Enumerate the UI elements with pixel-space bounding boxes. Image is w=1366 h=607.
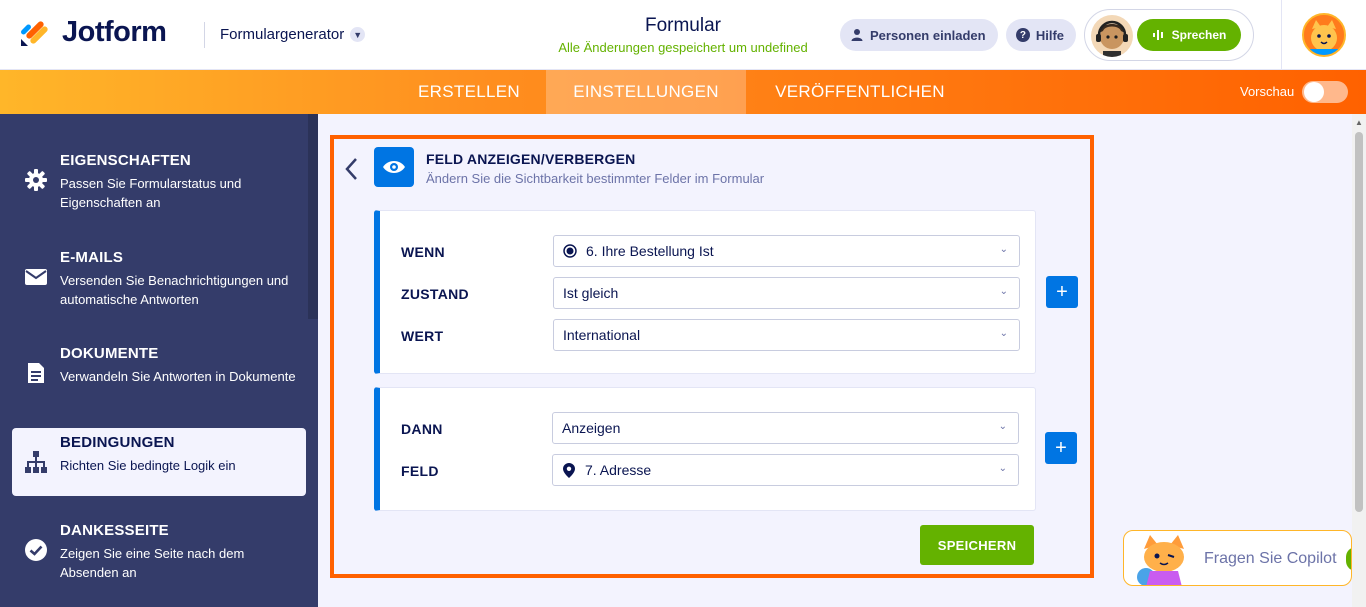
save-status: Alle Änderungen gespeichert um undefined <box>558 40 808 55</box>
sidebar-item-title: E-MAILS <box>60 249 124 266</box>
gear-icon <box>25 169 47 191</box>
state-label: ZUSTAND <box>401 286 469 302</box>
sidebar-scrollbar[interactable] <box>308 114 318 319</box>
sidebar-item-desc: Richten Sie bedingte Logik ein <box>60 458 236 473</box>
sidebar-item-title: DANKESSEITE <box>60 522 169 539</box>
sidebar-item-desc: Verwandeln Sie Antworten in Dokumente <box>60 369 296 384</box>
value-label: WERT <box>401 328 444 344</box>
copilot-bubble[interactable]: Fragen Sie Copilot <box>1123 530 1352 586</box>
then-select[interactable]: Anzeigen ⌄ <box>552 412 1019 444</box>
then-label: DANN <box>401 421 443 437</box>
product-label: Formulargenerator <box>220 26 345 43</box>
user-avatar[interactable] <box>1302 13 1346 57</box>
field-select[interactable]: 7. Adresse ⌄ <box>552 454 1019 486</box>
chevron-down-icon: ⌄ <box>998 421 1007 432</box>
question-icon: ? <box>1016 28 1030 42</box>
value-value: International <box>563 327 641 343</box>
if-field-select[interactable]: 6. Ihre Bestellung Ist ⌄ <box>553 235 1020 267</box>
brand-name: Jotform <box>62 15 167 48</box>
condition-card: WENN 6. Ihre Bestellung Ist ⌄ ZUSTAND Is… <box>374 210 1036 374</box>
add-condition-button[interactable]: + <box>1046 276 1078 308</box>
preview-toggle[interactable] <box>1302 81 1348 103</box>
condition-panel: FELD ANZEIGEN/VERBERGEN Ändern Sie die S… <box>330 135 1094 578</box>
form-title-block: Formular Alle Änderungen gespeichert um … <box>540 15 826 55</box>
panel-subtitle: Ändern Sie die Sichtbarkeit bestimmter F… <box>426 171 765 186</box>
invite-people-button[interactable]: Personen einladen <box>840 19 998 51</box>
if-label: WENN <box>401 244 445 260</box>
preview-label: Vorschau <box>1240 84 1295 99</box>
jotform-logo-icon <box>21 21 48 46</box>
sidebar-item-desc: Versenden Sie Benachrichtigungen und aut… <box>60 273 289 307</box>
speak-button[interactable]: Sprechen <box>1137 19 1241 51</box>
plus-icon: + <box>1055 436 1067 459</box>
check-circle-icon <box>25 539 47 561</box>
help-label: Hilfe <box>1035 27 1064 43</box>
tab-einstellungen[interactable]: EINSTELLUNGEN <box>546 70 746 114</box>
top-header: Jotform Formulargenerator ▼ Formular All… <box>0 0 1366 70</box>
radio-icon <box>563 244 577 258</box>
scrollbar-thumb[interactable] <box>1355 132 1363 512</box>
sidebar-item-title: BEDINGUNGEN <box>60 434 175 451</box>
then-value: Anzeigen <box>562 420 621 436</box>
invite-label: Personen einladen <box>870 27 986 43</box>
back-arrow-icon[interactable] <box>344 157 358 188</box>
speak-label: Sprechen <box>1171 28 1227 42</box>
product-switcher[interactable]: Formulargenerator ▼ <box>220 26 366 43</box>
sitemap-icon <box>25 451 47 473</box>
document-icon <box>28 363 44 383</box>
state-select[interactable]: Ist gleich ⌄ <box>553 277 1020 309</box>
sidebar-item-dokumente[interactable]: DOKUMENTE Verwandeln Sie Antworten in Do… <box>12 339 306 407</box>
sidebar-item-dankesseite[interactable]: DANKESSEITE Zeigen Sie eine Seite nach d… <box>12 516 306 584</box>
scroll-up-icon[interactable]: ▲ <box>1355 118 1363 127</box>
field-value: 7. Adresse <box>585 462 652 478</box>
envelope-icon <box>25 269 47 285</box>
value-select[interactable]: International ⌄ <box>553 319 1020 351</box>
main-navbar: ERSTELLEN EINSTELLUNGEN VERÖFFENTLICHEN … <box>0 70 1366 114</box>
header-divider-right <box>1281 0 1282 70</box>
if-field-value: 6. Ihre Bestellung Ist <box>586 243 714 259</box>
sidebar-item-title: EIGENSCHAFTEN <box>60 152 191 169</box>
chevron-down-icon: ⌄ <box>999 244 1008 255</box>
settings-sidebar: EIGENSCHAFTEN Passen Sie Formularstatus … <box>0 114 318 607</box>
page-scrollbar[interactable]: ▲ <box>1352 114 1366 607</box>
user-icon <box>851 29 863 41</box>
agent-avatar <box>1091 15 1133 57</box>
eye-icon <box>374 147 414 187</box>
copilot-cat-icon <box>1137 535 1184 585</box>
audio-wave-icon <box>1152 30 1163 40</box>
plus-icon: + <box>1056 280 1068 303</box>
chevron-down-icon: ▼ <box>350 27 366 42</box>
tab-veroeffentlichen[interactable]: VERÖFFENTLICHEN <box>756 70 964 114</box>
tab-erstellen[interactable]: ERSTELLEN <box>400 70 538 114</box>
field-label: FELD <box>401 463 439 479</box>
chevron-down-icon: ⌄ <box>998 463 1007 474</box>
sidebar-item-emails[interactable]: E-MAILS Versenden Sie Benachrichtigungen… <box>12 243 306 311</box>
add-action-button[interactable]: + <box>1045 432 1077 464</box>
toggle-knob <box>1304 82 1324 102</box>
copilot-send-indicator <box>1346 547 1351 571</box>
location-pin-icon <box>562 462 576 478</box>
sidebar-item-desc: Passen Sie Formularstatus und Eigenschaf… <box>60 176 242 210</box>
sidebar-item-eigenschaften[interactable]: EIGENSCHAFTEN Passen Sie Formularstatus … <box>12 146 306 214</box>
header-divider <box>204 22 205 48</box>
sidebar-item-title: DOKUMENTE <box>60 345 159 362</box>
sidebar-item-desc: Zeigen Sie eine Seite nach dem Absenden … <box>60 546 245 580</box>
chevron-down-icon: ⌄ <box>999 286 1008 297</box>
ai-agent-widget: Sprechen <box>1084 9 1254 61</box>
jotform-logo[interactable]: Jotform <box>18 15 167 49</box>
help-button[interactable]: ? Hilfe <box>1006 19 1076 51</box>
panel-title: FELD ANZEIGEN/VERBERGEN <box>426 151 636 167</box>
copilot-label: Fragen Sie Copilot <box>1204 550 1337 567</box>
action-card: DANN Anzeigen ⌄ FELD 7. Adresse ⌄ <box>374 387 1036 511</box>
chevron-down-icon: ⌄ <box>999 328 1008 339</box>
form-title[interactable]: Formular <box>540 15 826 37</box>
state-value: Ist gleich <box>563 285 619 301</box>
save-button[interactable]: SPEICHERN <box>920 525 1034 565</box>
sidebar-item-bedingungen[interactable]: BEDINGUNGEN Richten Sie bedingte Logik e… <box>12 428 306 496</box>
